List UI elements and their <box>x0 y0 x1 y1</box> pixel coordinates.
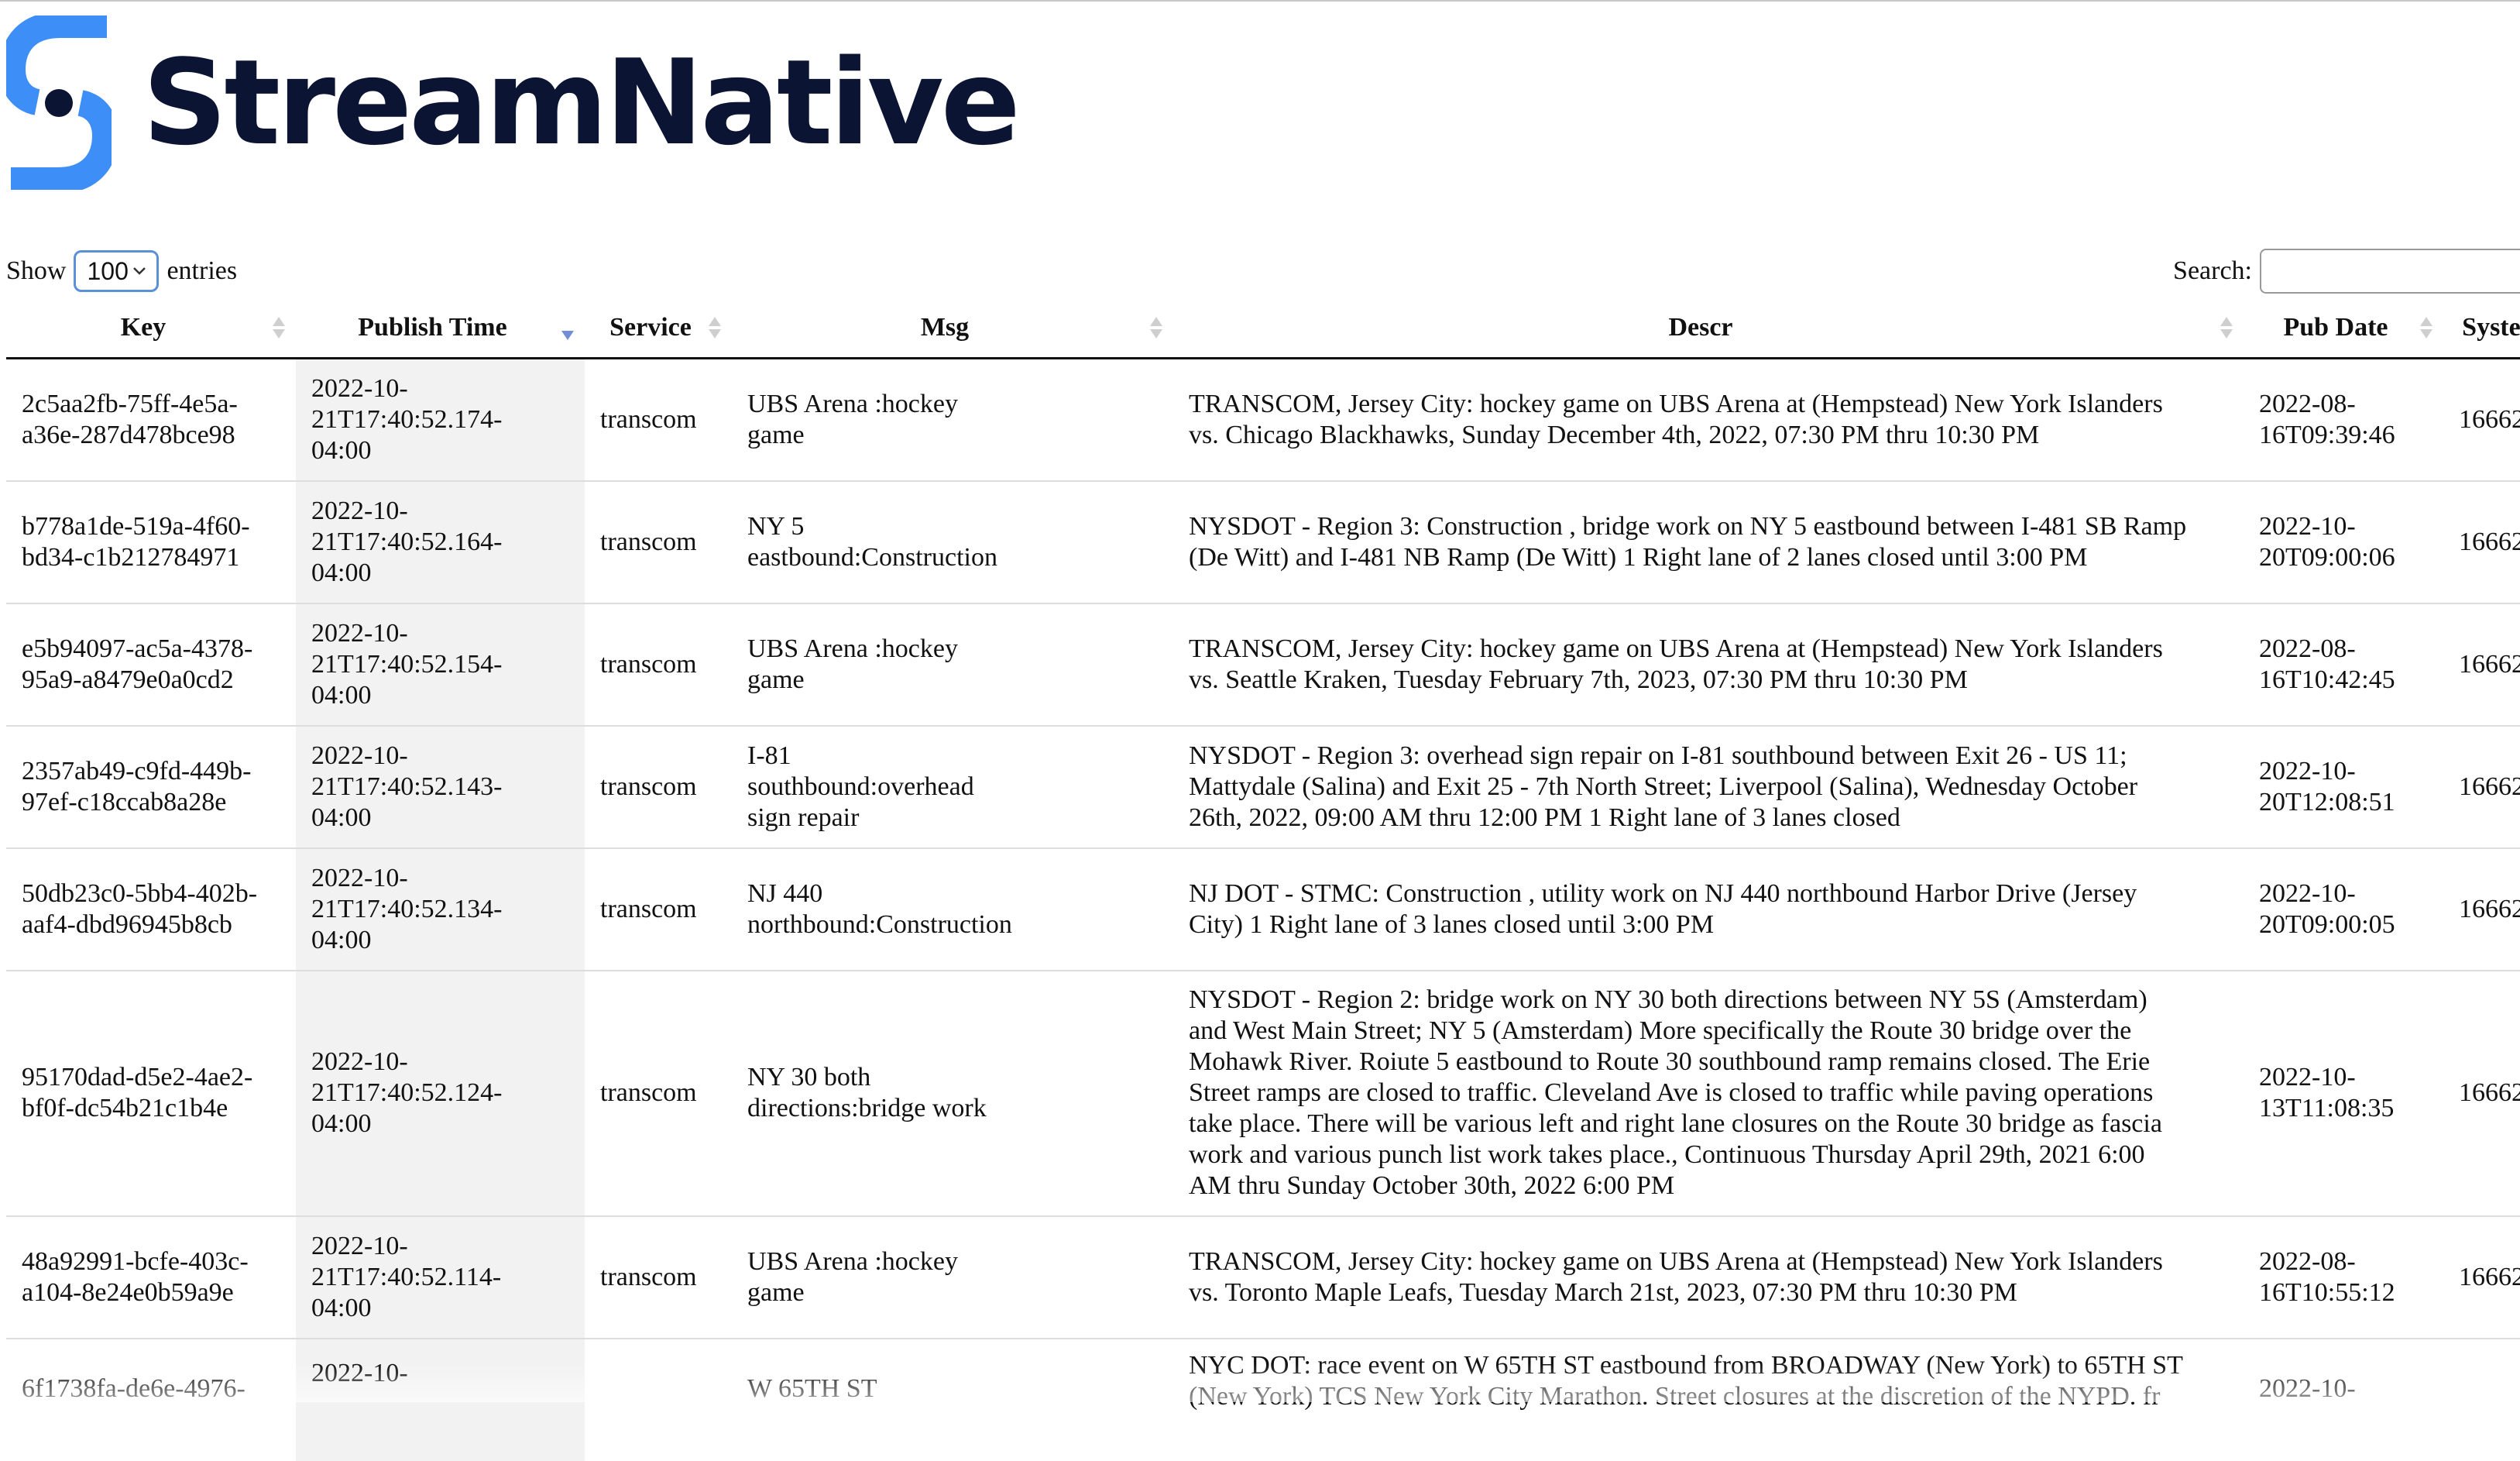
cell-pub-date: 2022-10- 20T09:00:05 <box>2244 847 2443 971</box>
cell-publish-time: 2022-10- 21T17:40:52.174- 04:00 <box>296 358 585 481</box>
table-row: b778a1de-519a-4f60- bd34-c1b212784971 20… <box>6 480 2520 603</box>
cell-descr: TRANSCOM, Jersey City: hockey game on UB… <box>1189 389 2163 449</box>
cell-descr: NYSDOT - Region 2: bridge work on NY 30 … <box>1173 969 2244 1216</box>
cell-service: transcom <box>600 404 697 434</box>
cell-key: e5b94097-ac5a-4378- 95a9-a8479e0a0cd2 <box>6 602 296 726</box>
cell-msg: UBS Arena :hockey game <box>747 389 958 449</box>
cell-system-time: 1666291837236 <box>2443 724 2520 848</box>
sort-icon <box>2220 315 2233 340</box>
table-controls: Show 100 entries Search: <box>0 246 2520 296</box>
cell-key: 6f1738fa-de6e-4976- <box>6 1337 296 1461</box>
column-header-msg[interactable]: Msg <box>732 298 1173 359</box>
cell-key: 2357ab49-c9fd-449b- 97ef-c18ccab8a28e <box>6 724 296 848</box>
cell-descr: NYSDOT - Region 3: overhead sign repair … <box>1173 724 2244 848</box>
table-row: 6f1738fa-de6e-4976- 2022-10- W 65TH ST N… <box>6 1337 2520 1461</box>
chevron-down-icon <box>133 267 146 275</box>
entries-select[interactable]: 100 <box>74 250 160 292</box>
cell-pub-date: 2022-10- <box>2244 1337 2443 1461</box>
cell-system-time: 1666291837244 <box>2443 480 2520 603</box>
cell-service: transcom <box>585 969 732 1216</box>
data-table: Key Publish Time Service Msg Descr Pub D… <box>6 298 2520 1461</box>
cell-publish-time: 2022-10- 21T17:40:52.164- 04:00 <box>296 480 585 603</box>
table-row: 50db23c0-5bb4-402b- aaf4-dbd96945b8cb 20… <box>6 847 2520 971</box>
table-row: 95170dad-d5e2-4ae2- bf0f-dc54b21c1b4e 20… <box>6 969 2520 1216</box>
cell-pub-date: 2022-10- 13T11:08:35 <box>2244 969 2443 1216</box>
cell-publish-time: 2022-10- 21T17:40:52.124- 04:00 <box>296 969 585 1216</box>
cell-system-time: 1666291837235 <box>2443 969 2520 1216</box>
cell-service: transcom <box>585 602 732 726</box>
cell-msg: NY 30 both directions:bridge work <box>732 969 1173 1216</box>
column-header-system-time[interactable]: System Time <box>2443 298 2520 359</box>
table-row: e5b94097-ac5a-4378- 95a9-a8479e0a0cd2 20… <box>6 602 2520 726</box>
cell-system-time: 1666291837238 <box>2443 1215 2520 1339</box>
cell-service: transcom <box>585 480 732 603</box>
cell-descr: TRANSCOM, Jersey City: hockey game on UB… <box>1173 1215 2244 1339</box>
cell-msg: NJ 440 northbound:Construction <box>732 847 1173 971</box>
table-row: 48a92991-bcfe-403c- a104-8e24e0b59a9e 20… <box>6 1215 2520 1339</box>
cell-msg: NY 5 eastbound:Construction <box>732 480 1173 603</box>
search-filter: Search: <box>2173 246 2520 296</box>
top-border <box>0 0 2520 2</box>
cell-key: 48a92991-bcfe-403c- a104-8e24e0b59a9e <box>6 1215 296 1339</box>
table-row: 2357ab49-c9fd-449b- 97ef-c18ccab8a28e 20… <box>6 724 2520 848</box>
cell-service: transcom <box>585 847 732 971</box>
cell-pub-date: 2022-08- 16T09:39:46 <box>2259 389 2395 449</box>
cell-msg: UBS Arena :hockey game <box>732 602 1173 726</box>
column-header-pub-date[interactable]: Pub Date <box>2244 298 2443 359</box>
cell-pub-date: 2022-10- 20T09:00:06 <box>2244 480 2443 603</box>
cell-pub-date: 2022-08- 16T10:55:12 <box>2244 1215 2443 1339</box>
sort-desc-icon <box>561 315 574 340</box>
cell-service: transcom <box>585 724 732 848</box>
cell-publish-time: 2022-10- <box>296 1337 585 1461</box>
cell-msg: W 65TH ST <box>732 1337 1173 1461</box>
entries-label: entries <box>167 256 238 285</box>
cell-system-time <box>2443 1337 2520 1461</box>
cell-publish-time: 2022-10- 21T17:40:52.143- 04:00 <box>296 724 585 848</box>
column-header-publish-time[interactable]: Publish Time <box>296 298 585 359</box>
cell-system-time: 1666291837250 <box>2459 404 2520 434</box>
streamnative-logo-icon <box>0 11 119 194</box>
cell-descr: NYSDOT - Region 3: Construction , bridge… <box>1173 480 2244 603</box>
sort-icon <box>2420 315 2432 340</box>
streamnative-logo: StreamNative <box>0 11 1021 194</box>
header-row: Key Publish Time Service Msg Descr Pub D… <box>6 298 2520 359</box>
cell-descr: NYC DOT: race event on W 65TH ST eastbou… <box>1173 1337 2244 1461</box>
column-header-service[interactable]: Service <box>585 298 732 359</box>
cell-msg: UBS Arena :hockey game <box>732 1215 1173 1339</box>
show-label: Show <box>6 256 67 285</box>
cell-msg: I-81 southbound:overhead sign repair <box>732 724 1173 848</box>
sort-icon <box>273 315 285 340</box>
cell-descr: NJ DOT - STMC: Construction , utility wo… <box>1173 847 2244 971</box>
sort-icon <box>1150 315 1162 340</box>
cell-key: b778a1de-519a-4f60- bd34-c1b212784971 <box>6 480 296 603</box>
cell-service: transcom <box>585 1215 732 1339</box>
cell-key: 50db23c0-5bb4-402b- aaf4-dbd96945b8cb <box>6 847 296 971</box>
cell-service <box>585 1337 732 1461</box>
cell-publish-time: 2022-10- 21T17:40:52.134- 04:00 <box>296 847 585 971</box>
brand-name: StreamNative <box>142 33 1021 171</box>
cell-pub-date: 2022-08- 16T10:42:45 <box>2244 602 2443 726</box>
search-label: Search: <box>2173 256 2252 285</box>
column-header-descr[interactable]: Descr <box>1173 298 2244 359</box>
cell-system-time: 1666291837242 <box>2443 602 2520 726</box>
cell-pub-date: 2022-10- 20T12:08:51 <box>2244 724 2443 848</box>
entries-select-value: 100 <box>87 256 129 285</box>
cell-key: 95170dad-d5e2-4ae2- bf0f-dc54b21c1b4e <box>6 969 296 1216</box>
column-header-key[interactable]: Key <box>6 298 296 359</box>
cell-key: 2c5aa2fb-75ff-4e5a- a36e-287d478bce98 <box>22 389 238 449</box>
entries-length: Show 100 entries <box>6 246 237 296</box>
cell-publish-time: 2022-10- 21T17:40:52.114- 04:00 <box>296 1215 585 1339</box>
cell-publish-time: 2022-10- 21T17:40:52.154- 04:00 <box>296 602 585 726</box>
search-input[interactable] <box>2260 249 2520 294</box>
sort-icon <box>709 315 721 340</box>
cell-system-time: 1666291837239 <box>2443 847 2520 971</box>
cell-descr: TRANSCOM, Jersey City: hockey game on UB… <box>1173 602 2244 726</box>
table-row: 2c5aa2fb-75ff-4e5a- a36e-287d478bce98 20… <box>6 358 2520 481</box>
